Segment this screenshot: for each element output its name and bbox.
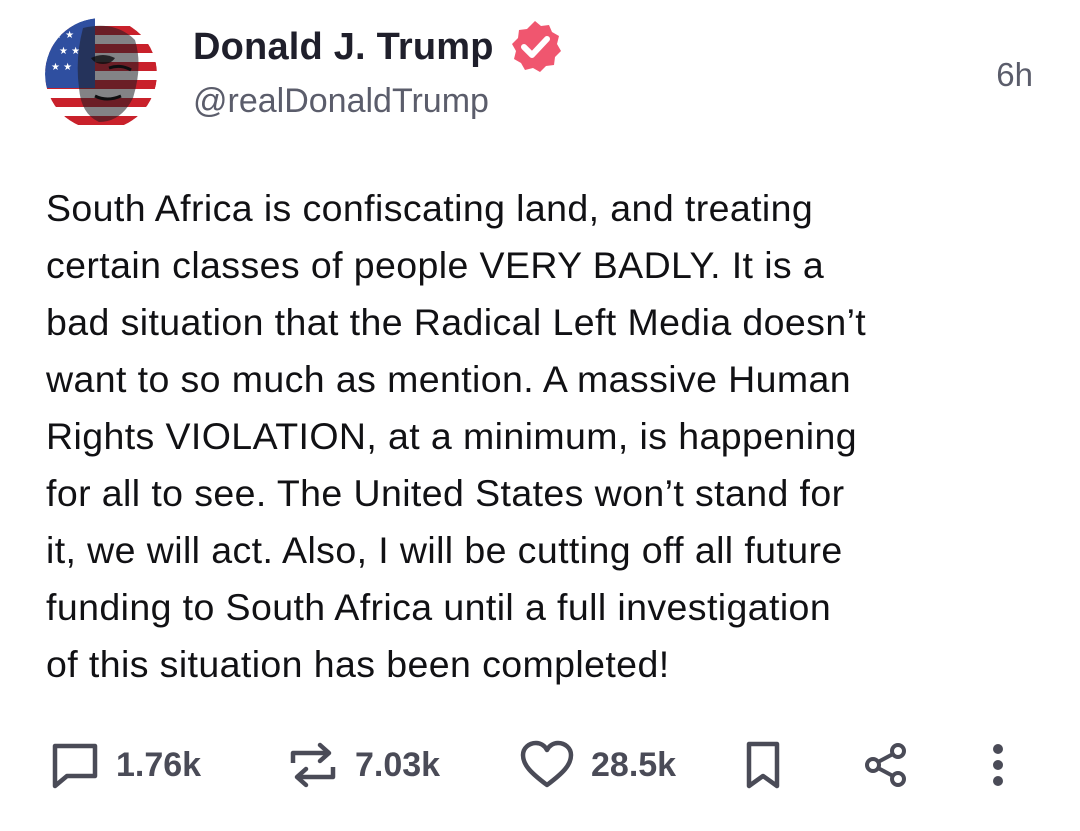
post-body: South Africa is confiscating land, and t… [46, 180, 1046, 693]
retruth-button[interactable]: 7.03k [287, 730, 440, 800]
retruth-icon [290, 742, 336, 788]
post-line: for all to see. The United States won’t … [46, 472, 845, 514]
post-card: ★ ★ ★ ★ ★ ★ Donald J. Trump @realDonaldT… [0, 0, 1080, 831]
author-name-row: Donald J. Trump [193, 21, 564, 72]
like-count: 28.5k [591, 745, 677, 784]
svg-text:★ ★: ★ ★ [53, 30, 74, 41]
verified-badge-icon [511, 21, 561, 72]
more-options-button[interactable] [983, 730, 1013, 800]
action-bar: 1.76k 7.03k 28.5k [0, 730, 1080, 800]
reply-icon [52, 743, 98, 789]
more-vertical-icon [993, 744, 1003, 786]
share-icon [865, 743, 906, 787]
post-line: certain classes of people VERY BADLY. It… [46, 244, 825, 286]
post-line: South Africa is confiscating land, and t… [46, 187, 814, 229]
post-line: funding to South Africa until a full inv… [46, 586, 832, 628]
svg-text:★ ★: ★ ★ [59, 46, 80, 57]
retruth-count: 7.03k [355, 745, 441, 784]
bookmark-button[interactable] [743, 730, 783, 800]
reply-button[interactable]: 1.76k [50, 730, 201, 800]
post-line: of this situation has been completed! [46, 643, 670, 685]
post-line: it, we will act. Also, I will be cutting… [46, 529, 843, 571]
svg-text:★ ★: ★ ★ [51, 62, 72, 73]
bookmark-icon [746, 741, 780, 789]
heart-icon [520, 740, 574, 788]
post-line: want to so much as mention. A massive Hu… [46, 358, 852, 400]
share-button[interactable] [862, 730, 910, 800]
post-line: bad situation that the Radical Left Medi… [46, 301, 867, 343]
post-line: Rights VIOLATION, at a minimum, is happe… [46, 415, 857, 457]
like-button[interactable]: 28.5k [519, 730, 676, 800]
author-handle[interactable]: @realDonaldTrump [193, 82, 489, 121]
post-timestamp[interactable]: 6h [996, 56, 1033, 94]
author-display-name[interactable]: Donald J. Trump [193, 26, 494, 69]
reply-count: 1.76k [116, 745, 202, 784]
avatar[interactable]: ★ ★ ★ ★ ★ ★ [45, 18, 157, 130]
flag-face-avatar-icon: ★ ★ ★ ★ ★ ★ [45, 18, 157, 130]
